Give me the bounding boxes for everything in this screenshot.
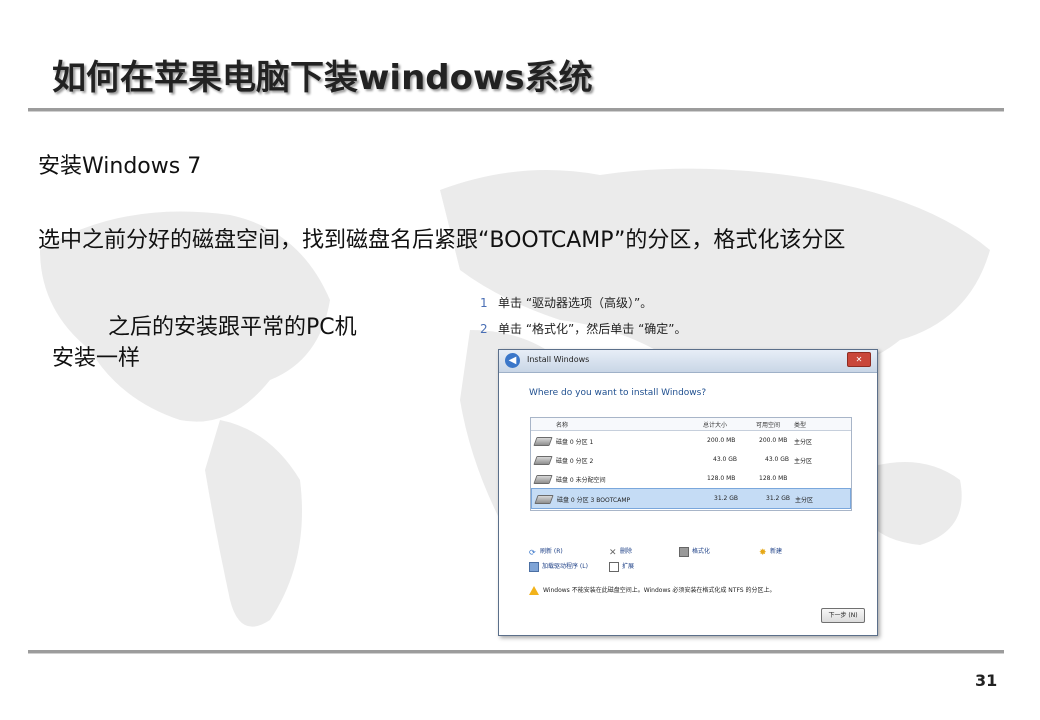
row-name: 磁盘 0 未分配空间 bbox=[556, 477, 606, 484]
col-name: 名称 bbox=[556, 422, 569, 429]
extend-icon bbox=[609, 561, 619, 572]
disk-icon bbox=[533, 437, 553, 446]
row-free: 128.0 MB bbox=[759, 475, 788, 482]
page-number: 31 bbox=[975, 671, 998, 690]
row-total: 128.0 MB bbox=[707, 475, 736, 482]
disk-icon bbox=[533, 475, 553, 484]
back-arrow-icon[interactable]: ◀ bbox=[505, 353, 520, 368]
new-button[interactable]: ✸ 新建 bbox=[759, 546, 783, 558]
format-button[interactable]: 格式化 bbox=[679, 546, 710, 557]
step-item: 2 单击 “格式化”，然后单击 “确定”。 bbox=[480, 316, 687, 342]
table-header: 名称 总计大小 可用空间 类型 bbox=[531, 418, 851, 431]
note-line-2: 安装一样 bbox=[52, 346, 141, 371]
row-free: 200.0 MB bbox=[759, 437, 788, 444]
install-windows-dialog: ◀ Install Windows ✕ Where do you want to… bbox=[498, 349, 878, 636]
bottom-divider bbox=[28, 650, 1004, 654]
refresh-button[interactable]: ⟳ 刷新 (R) bbox=[529, 546, 563, 557]
refresh-label: 刷新 (R) bbox=[540, 548, 563, 555]
next-button[interactable]: 下一步 (N) bbox=[821, 608, 865, 623]
row-free: 31.2 GB bbox=[766, 495, 791, 502]
window-title: Install Windows bbox=[527, 355, 590, 364]
step-number: 1 bbox=[480, 296, 488, 310]
row-total: 31.2 GB bbox=[714, 495, 739, 502]
row-name: 磁盘 0 分区 1 bbox=[556, 439, 594, 446]
step-list: 1 单击 “驱动器选项（高级）”。 2 单击 “格式化”，然后单击 “确定”。 bbox=[480, 290, 687, 342]
col-free: 可用空间 bbox=[756, 422, 781, 429]
subtitle: 安装Windows 7 bbox=[38, 154, 202, 179]
instruction-paragraph: 选中之前分好的磁盘空间，找到磁盘名后紧跟“BOOTCAMP”的分区，格式化该分区 bbox=[38, 228, 846, 253]
row-type: 主分区 bbox=[794, 458, 813, 465]
row-name: 磁盘 0 分区 3 BOOTCAMP bbox=[557, 497, 631, 504]
load-driver-label: 加载驱动程序 (L) bbox=[542, 563, 588, 570]
table-row[interactable]: 磁盘 0 未分配空间 128.0 MB 128.0 MB bbox=[531, 469, 851, 488]
disk-table: 名称 总计大小 可用空间 类型 磁盘 0 分区 1 200.0 MB 200.0… bbox=[530, 417, 852, 511]
new-label: 新建 bbox=[770, 548, 783, 555]
extend-label: 扩展 bbox=[622, 563, 635, 570]
row-type: 主分区 bbox=[794, 439, 813, 446]
step-number: 2 bbox=[480, 322, 488, 336]
warning-text: Windows 不能安装在此磁盘空间上。Windows 必须安装在格式化成 NT… bbox=[543, 587, 776, 594]
close-icon[interactable]: ✕ bbox=[847, 352, 871, 367]
extend-button[interactable]: 扩展 bbox=[609, 561, 634, 572]
title-bar: ◀ Install Windows ✕ bbox=[499, 350, 877, 373]
step-item: 1 单击 “驱动器选项（高级）”。 bbox=[480, 290, 687, 316]
driver-icon bbox=[529, 561, 539, 572]
delete-button[interactable]: ✕ 删除 bbox=[609, 546, 633, 558]
delete-label: 删除 bbox=[620, 548, 633, 555]
row-total: 43.0 GB bbox=[713, 456, 738, 463]
install-question: Where do you want to install Windows? bbox=[529, 388, 707, 398]
row-type: 主分区 bbox=[795, 497, 814, 504]
step-text: 单击 “格式化”，然后单击 “确定”。 bbox=[498, 322, 687, 336]
col-type: 类型 bbox=[794, 422, 807, 429]
row-free: 43.0 GB bbox=[765, 456, 790, 463]
new-star-icon: ✸ bbox=[759, 547, 767, 558]
warning-icon bbox=[529, 586, 539, 595]
slide-title: 如何在苹果电脑下装windows系统 bbox=[52, 58, 593, 98]
col-total: 总计大小 bbox=[703, 422, 728, 429]
table-row-selected[interactable]: 磁盘 0 分区 3 BOOTCAMP 31.2 GB 31.2 GB 主分区 bbox=[531, 488, 851, 509]
disk-icon bbox=[534, 495, 554, 504]
load-driver-button[interactable]: 加载驱动程序 (L) bbox=[529, 561, 588, 572]
refresh-icon: ⟳ bbox=[529, 547, 536, 557]
row-total: 200.0 MB bbox=[707, 437, 736, 444]
format-disk-icon bbox=[679, 546, 689, 557]
format-label: 格式化 bbox=[692, 548, 711, 555]
row-name: 磁盘 0 分区 2 bbox=[556, 458, 594, 465]
warning-message: Windows 不能安装在此磁盘空间上。Windows 必须安装在格式化成 NT… bbox=[529, 585, 776, 595]
table-row[interactable]: 磁盘 0 分区 2 43.0 GB 43.0 GB 主分区 bbox=[531, 450, 851, 469]
disk-icon bbox=[533, 456, 553, 465]
step-text: 单击 “驱动器选项（高级）”。 bbox=[498, 296, 653, 310]
table-row[interactable]: 磁盘 0 分区 1 200.0 MB 200.0 MB 主分区 bbox=[531, 431, 851, 450]
delete-icon: ✕ bbox=[609, 547, 617, 558]
note-line-1: 之后的安装跟平常的PC机 bbox=[108, 315, 357, 340]
top-divider bbox=[28, 108, 1004, 112]
